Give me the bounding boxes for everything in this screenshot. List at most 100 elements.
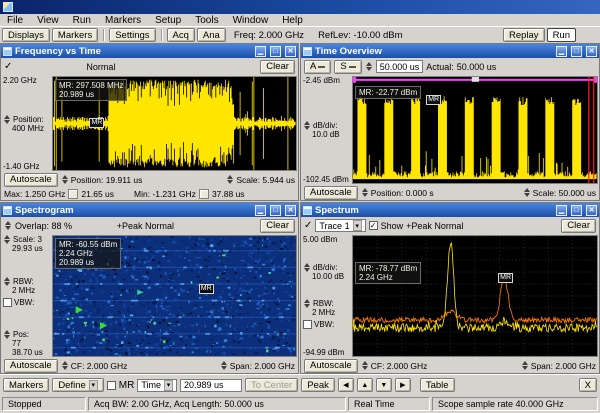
- panel-titlebar[interactable]: Spectrogram ▁ □ ✕: [1, 203, 298, 217]
- autoscale-button[interactable]: Autoscale: [304, 359, 358, 373]
- menu-run[interactable]: Run: [66, 14, 98, 27]
- peak-down-button[interactable]: ▼: [376, 378, 392, 392]
- ana-button[interactable]: Ana: [197, 28, 226, 42]
- table-button[interactable]: Table: [420, 378, 455, 392]
- max-marker-button[interactable]: [68, 189, 78, 199]
- rbw-spinner[interactable]: [303, 299, 311, 308]
- marker-domain-select[interactable]: Time ▾: [137, 379, 177, 392]
- close-icon[interactable]: ✕: [285, 205, 296, 216]
- span-spinner[interactable]: [521, 361, 529, 370]
- maximize-icon[interactable]: □: [270, 46, 281, 57]
- autoscale-button[interactable]: Autoscale: [4, 173, 58, 187]
- minimize-icon[interactable]: ▁: [255, 205, 266, 216]
- x-position-spinner[interactable]: [361, 188, 369, 197]
- x-scale-spinner[interactable]: [523, 188, 531, 197]
- close-icon[interactable]: ✕: [586, 46, 597, 57]
- markers-bar: Markers Define ▾ MR Time ▾ 20.989 us To …: [0, 374, 600, 395]
- maximize-icon[interactable]: □: [571, 205, 582, 216]
- analysis-length-spinner[interactable]: [365, 62, 373, 71]
- clear-button[interactable]: Clear: [561, 219, 596, 233]
- vbw-checkbox[interactable]: [3, 298, 12, 307]
- marker-mr-checkbox[interactable]: [107, 381, 116, 390]
- x-position-spinner[interactable]: [61, 175, 69, 184]
- marker-mr-tag[interactable]: MR: [426, 95, 441, 105]
- displays-button[interactable]: Displays: [2, 28, 50, 42]
- close-icon[interactable]: ✕: [586, 205, 597, 216]
- spectrum-time-button[interactable]: S: [334, 60, 361, 74]
- dbdiv-spinner[interactable]: [303, 121, 311, 130]
- pos-spinner[interactable]: [3, 330, 11, 339]
- cf-spinner[interactable]: [361, 361, 369, 370]
- panel-body: 5.00 dBm dB/div: 10.00 dB RBW: 2 MHz VBW…: [301, 234, 599, 358]
- analysis-time-button[interactable]: A: [304, 60, 331, 74]
- minimize-icon[interactable]: ▁: [255, 46, 266, 57]
- cf-spinner[interactable]: [61, 361, 69, 370]
- panel-titlebar[interactable]: Frequency vs Time ▁ □ ✕: [1, 44, 298, 58]
- y-axis-min-label: -102.45 dBm: [303, 175, 350, 184]
- y-axis-max-label: 2.20 GHz: [3, 76, 50, 85]
- menu-file[interactable]: File: [0, 14, 30, 27]
- rbw-value[interactable]: 2 MHz: [3, 286, 50, 295]
- define-button[interactable]: Define ▾: [52, 378, 103, 392]
- x-scale-spinner[interactable]: [226, 175, 234, 184]
- maximize-icon[interactable]: □: [571, 46, 582, 57]
- scale-spinner[interactable]: [3, 235, 11, 244]
- settings-button[interactable]: Settings: [109, 28, 155, 42]
- marker-mr-tag[interactable]: MR: [498, 273, 513, 283]
- panel-toolbar: A S 50.000 us Actual: 50.000 us: [301, 58, 599, 75]
- position-value[interactable]: 400 MHz: [3, 124, 50, 133]
- frequency-vs-time-plot[interactable]: MR: 297.508 MHz 20.989 us MR: [52, 76, 297, 171]
- dbdiv-value[interactable]: 10.00 dB: [303, 272, 350, 281]
- menu-tools[interactable]: Tools: [188, 14, 225, 27]
- analysis-length-field[interactable]: 50.000 us: [376, 60, 424, 73]
- menu-setup[interactable]: Setup: [148, 14, 188, 27]
- rbw-spinner[interactable]: [3, 277, 11, 286]
- time-overview-plot[interactable]: MR: -22.77 dBm MR: [352, 76, 598, 184]
- menu-window[interactable]: Window: [226, 14, 276, 27]
- position-spinner[interactable]: [3, 115, 11, 124]
- autoscale-button[interactable]: Autoscale: [4, 359, 58, 373]
- menu-help[interactable]: Help: [275, 14, 310, 27]
- overlap-spinner[interactable]: [4, 221, 12, 230]
- clear-button[interactable]: Clear: [260, 60, 295, 74]
- run-button[interactable]: Run: [547, 28, 576, 42]
- panel-titlebar[interactable]: Time Overview ▁ □ ✕: [301, 44, 599, 58]
- spectrogram-plot[interactable]: MR: -60.55 dBm 2.24 GHz 20.989 us MR: [52, 235, 297, 357]
- vbw-checkbox[interactable]: [303, 320, 312, 329]
- markers-close-button[interactable]: X: [579, 378, 597, 392]
- marker-mr-tag[interactable]: MR: [199, 284, 214, 294]
- peak-button[interactable]: Peak: [301, 378, 335, 392]
- marker-mr-tag[interactable]: MR: [89, 118, 104, 128]
- peak-left-button[interactable]: ◀: [338, 378, 354, 392]
- clear-button[interactable]: Clear: [260, 219, 295, 233]
- markers-toolbar-button[interactable]: Markers: [52, 28, 98, 42]
- peak-up-button[interactable]: ▲: [357, 378, 373, 392]
- trace-select[interactable]: Trace 1 ▾: [315, 219, 365, 232]
- min-marker-button[interactable]: [199, 189, 209, 199]
- span-spinner[interactable]: [220, 361, 228, 370]
- replay-button[interactable]: Replay: [503, 28, 545, 42]
- trace-enabled-icon[interactable]: ✓: [4, 62, 12, 72]
- minimize-icon[interactable]: ▁: [556, 46, 567, 57]
- pos-value[interactable]: 77: [3, 339, 50, 348]
- markers-button[interactable]: Markers: [3, 378, 49, 392]
- trace-enabled-icon[interactable]: ✓: [304, 221, 312, 231]
- panel-titlebar[interactable]: Spectrum ▁ □ ✕: [301, 203, 599, 217]
- dbdiv-spinner[interactable]: [303, 263, 311, 272]
- dbdiv-value[interactable]: 10.0 dB: [303, 130, 350, 139]
- peak-right-button[interactable]: ▶: [395, 378, 411, 392]
- rbw-value[interactable]: 2 MHz: [303, 308, 350, 317]
- maximize-icon[interactable]: □: [270, 205, 281, 216]
- close-icon[interactable]: ✕: [285, 46, 296, 57]
- marker-value-field[interactable]: 20.989 us: [180, 379, 242, 392]
- autoscale-button[interactable]: Autoscale: [304, 186, 358, 200]
- dbdiv-label: dB/div:: [313, 121, 337, 130]
- spectrum-plot[interactable]: MR: -78.77 dBm 2.24 GHz MR: [352, 235, 598, 357]
- menu-view[interactable]: View: [30, 14, 66, 27]
- menu-markers[interactable]: Markers: [98, 14, 148, 27]
- min-time-readout: 37.88 us: [212, 189, 245, 199]
- acq-button[interactable]: Acq: [167, 28, 195, 42]
- to-center-button[interactable]: To Center: [245, 378, 298, 392]
- minimize-icon[interactable]: ▁: [556, 205, 567, 216]
- show-checkbox[interactable]: ✓: [369, 221, 378, 230]
